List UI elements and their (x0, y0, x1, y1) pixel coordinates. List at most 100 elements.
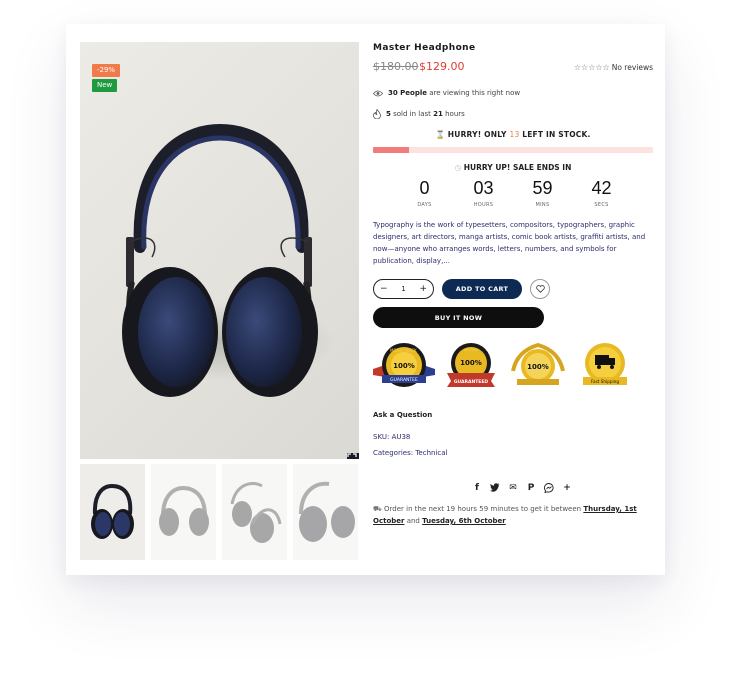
social-share: f ✉ P + (373, 482, 653, 493)
countdown-label: MINS (535, 202, 550, 208)
twitter-glyph (490, 483, 500, 492)
sku-value: AU38 (391, 433, 411, 441)
sold-hours-label: hours (445, 110, 465, 118)
old-price: $180.00 (373, 60, 419, 73)
sold-recently: 5 sold in last 21 hours (373, 108, 653, 120)
countdown-label: HOURS (473, 202, 494, 208)
countdown-label: DAYS (417, 202, 432, 208)
stock-count: 13 (509, 130, 520, 139)
badge-center-text: 100% (527, 363, 549, 371)
stock-progress-bar (373, 147, 653, 153)
email-icon[interactable]: ✉ (508, 482, 519, 493)
delivery-and: and (406, 517, 420, 525)
countdown-timer: 0 DAYS 03 HOURS 59 MINS 42 SECS (373, 178, 653, 208)
rating[interactable]: ☆☆☆☆☆ No reviews (574, 63, 653, 72)
rating-text: No reviews (611, 63, 653, 72)
expand-icon (347, 453, 357, 459)
product-description: Typography is the work of typesetters, c… (373, 221, 646, 265)
headphone-illustration (122, 123, 335, 397)
badge-ribbon-text: GUARANTEE (390, 377, 418, 383)
truck-icon: ⛟ (373, 505, 382, 513)
guaranteed-badge: SECURE 100% GUARANTEED (447, 343, 495, 387)
stock-warning: ⌛ HURRY! ONLY 13 LEFT IN STOCK. (373, 130, 653, 139)
badge-ribbon-text: Fast Shipping (591, 379, 619, 384)
thumbnail-image (91, 483, 134, 539)
quantity-stepper: − 1 + (373, 279, 434, 299)
badge-ribbon-text: GUARANTEED (454, 379, 489, 385)
thumbnail-image (299, 481, 355, 542)
thumbnail-strip (80, 464, 359, 560)
thumbnail-2[interactable] (151, 464, 216, 560)
badge-top-text: MONEY BACK (390, 348, 417, 353)
countdown-value: 59 (532, 178, 553, 198)
badge-center-text: 100% (393, 362, 415, 370)
decrease-quantity-button[interactable]: − (380, 284, 388, 294)
badge-center-text: 100% (460, 359, 482, 367)
fire-icon (373, 109, 381, 119)
categories-label: Categories: (373, 449, 414, 457)
cart-row: − 1 + ADD TO CART (373, 279, 653, 299)
clock-icon: ◷ (454, 163, 462, 172)
sale-ends-title: ◷ HURRY UP! SALE ENDS IN (373, 163, 653, 172)
hourglass-icon: ⌛ (435, 130, 445, 139)
stock-progress-fill (373, 147, 410, 153)
ask-question-link[interactable]: Ask a Question (373, 411, 653, 419)
facebook-icon[interactable]: f (472, 482, 483, 493)
quantity-input[interactable]: 1 (401, 285, 405, 294)
viewing-now: 30 People are viewing this right now (373, 87, 653, 99)
messenger-glyph (544, 482, 554, 493)
thumbnail-image (230, 481, 282, 543)
sale-title-text: HURRY UP! SALE ENDS IN (463, 163, 572, 172)
badge-top-text: SECURE (464, 348, 478, 352)
main-product-image[interactable]: -29% New (80, 42, 359, 459)
countdown-secs: 42 SECS (572, 178, 631, 208)
add-to-cart-button[interactable]: ADD TO CART (442, 279, 522, 299)
product-info: Master Headphone $180.00 $129.00 ☆☆☆☆☆ N… (373, 42, 653, 527)
viewing-text: are viewing this right now (429, 89, 521, 97)
sold-text: sold in last (393, 110, 431, 118)
messenger-icon[interactable] (544, 482, 555, 493)
twitter-icon[interactable] (490, 482, 501, 493)
trust-badges: MONEY BACK 100% GUARANTEE SECURE 100% GU… (373, 340, 653, 394)
delivery-estimate: ⛟ Order in the next 19 hours 59 minutes … (373, 503, 653, 527)
increase-quantity-button[interactable]: + (419, 284, 427, 294)
countdown-value: 0 (419, 178, 430, 198)
sold-count: 5 (386, 110, 391, 118)
countdown-mins: 59 MINS (513, 178, 572, 208)
fast-shipping-badge: Fast Shipping (583, 343, 627, 385)
delivery-text: Order in the next 19 hours 59 minutes to… (384, 505, 582, 513)
discount-badge: -29% (92, 64, 121, 77)
sku: SKU: AU38 (373, 433, 653, 441)
category-link[interactable]: Technical (415, 449, 447, 457)
percent-badge: 100% (511, 342, 565, 385)
money-back-guarantee-badge: MONEY BACK 100% GUARANTEE (373, 343, 435, 387)
sku-label: SKU: (373, 433, 390, 441)
plus-icon[interactable]: + (562, 482, 573, 493)
new-badge: New (92, 79, 118, 92)
heart-icon (535, 285, 545, 293)
delivery-date-end: Tuesday, 6th October (422, 517, 506, 525)
stock-suffix: LEFT IN STOCK. (522, 130, 591, 139)
countdown-value: 03 (473, 178, 494, 198)
price-row: $180.00 $129.00 ☆☆☆☆☆ No reviews (373, 58, 653, 80)
viewing-count: 30 People (388, 89, 428, 97)
thumbnail-1[interactable] (80, 464, 145, 560)
thumbnail-3[interactable] (222, 464, 287, 560)
buy-now-button[interactable]: BUY IT NOW (373, 307, 544, 328)
countdown-value: 42 (591, 178, 612, 198)
wishlist-button[interactable] (530, 279, 550, 299)
pinterest-icon[interactable]: P (526, 482, 537, 493)
stock-prefix: HURRY! ONLY (447, 130, 507, 139)
countdown-label: SECS (594, 202, 609, 208)
zoom-button[interactable] (347, 453, 359, 459)
eye-icon (373, 90, 383, 96)
countdown-hours: 03 HOURS (454, 178, 513, 208)
countdown-days: 0 DAYS (395, 178, 454, 208)
sold-hours: 21 (433, 110, 443, 118)
rating-stars-icon: ☆☆☆☆☆ (573, 63, 610, 72)
thumbnail-4[interactable] (293, 464, 358, 560)
product-card: -29% New Master Headphone $180.00 $129.0… (66, 24, 665, 575)
current-price: $129.00 (419, 60, 465, 73)
categories: Categories: Technical (373, 449, 653, 457)
product-title: Master Headphone (373, 43, 476, 53)
